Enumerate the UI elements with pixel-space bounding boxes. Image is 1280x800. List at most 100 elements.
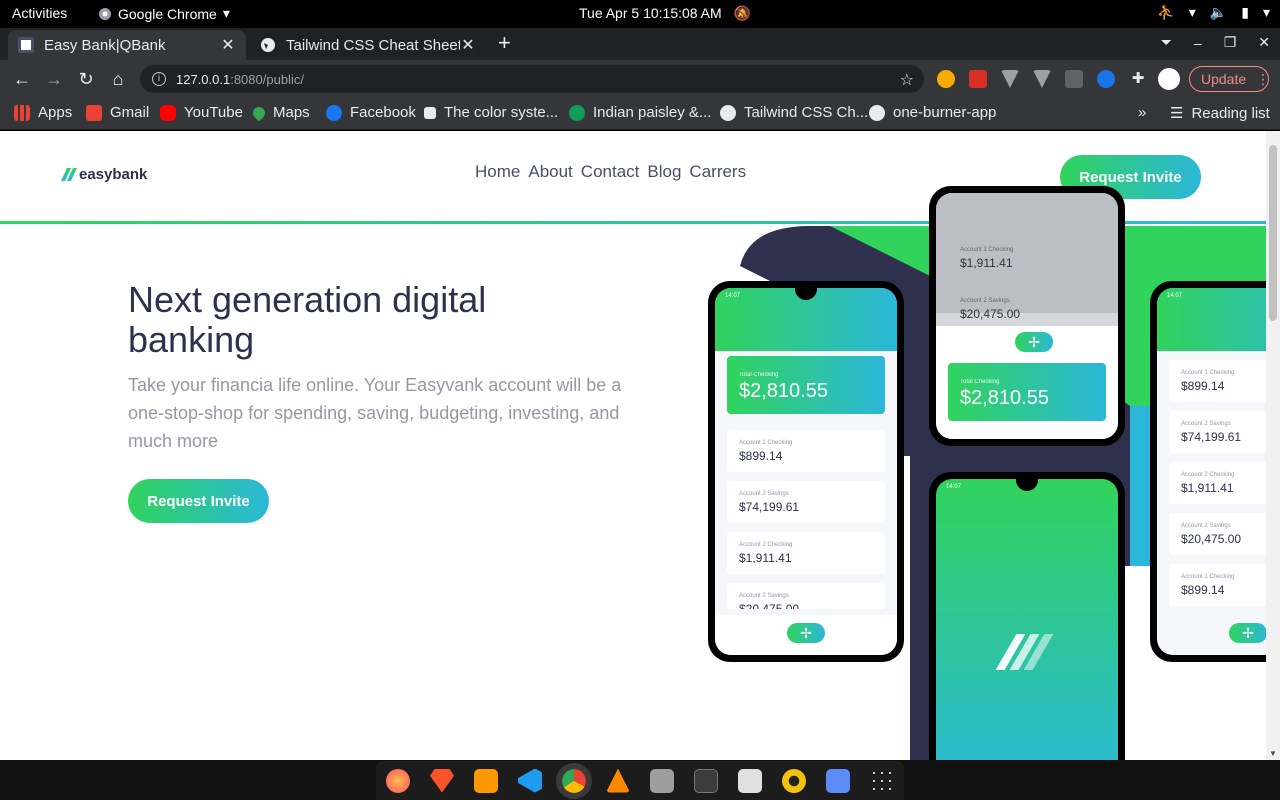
account-label: Account 2 Checking	[1181, 472, 1235, 478]
nav-link-contact[interactable]: Contact	[581, 162, 640, 182]
bookmark-one-burner[interactable]: one-burner-app	[869, 104, 996, 121]
vscode-icon[interactable]	[518, 768, 542, 793]
update-button[interactable]: Update ⋮	[1189, 66, 1270, 92]
youtube-icon	[160, 104, 176, 121]
close-tab-icon[interactable]: ✕	[220, 35, 236, 55]
account-card: Account 1 Checking $899.14	[1169, 360, 1266, 402]
bookmark-gmail[interactable]: Gmail	[86, 104, 149, 121]
facebook-icon	[326, 104, 342, 121]
nav-link-about[interactable]: About	[528, 162, 572, 182]
firefox-icon[interactable]	[386, 768, 410, 793]
phone-screen: 14:07 Account 1 Checking $899.14 Account…	[1157, 288, 1266, 655]
apps-grid-icon	[14, 104, 30, 121]
chrome-dock-icon[interactable]	[556, 762, 592, 799]
more-bookmarks-chevron-icon[interactable]: »	[1138, 104, 1146, 121]
tab-title: Easy Bank|QBank	[44, 36, 166, 54]
update-label: Update	[1201, 71, 1247, 87]
caret-down-icon: ▾	[222, 5, 230, 21]
close-tab-icon[interactable]: ✕	[460, 35, 476, 55]
maps-pin-icon	[250, 104, 268, 121]
site-logo[interactable]: easybank	[60, 166, 148, 183]
account-amount: $1,911.41	[960, 256, 1013, 270]
tab-title: Tailwind CSS Cheat Sheet	[286, 36, 460, 54]
restore-icon[interactable]: ❐	[1224, 34, 1237, 51]
bookmark-maps[interactable]: Maps	[250, 104, 310, 121]
tab-easybank[interactable]: Easy Bank|QBank ✕	[8, 30, 246, 60]
tab-tailwind[interactable]: Tailwind CSS Cheat Sheet ✕	[250, 30, 486, 60]
extension-icon[interactable]	[937, 70, 955, 88]
show-apps-grid-icon[interactable]	[870, 768, 894, 793]
logo-text: easybank	[79, 166, 148, 183]
account-amount: $74,199.61	[1181, 430, 1242, 444]
hero-title: Next generation digital banking	[128, 279, 487, 360]
account-label: Account 1 Checking	[1181, 574, 1235, 580]
minimize-icon[interactable]: ‒	[1194, 35, 1202, 51]
battery-icon[interactable]: ▮	[1241, 4, 1249, 21]
new-tab-button[interactable]: +	[498, 30, 511, 56]
hero-request-invite-button[interactable]: Request Invite	[128, 479, 269, 523]
vlc-icon[interactable]	[606, 768, 630, 793]
add-pill-icon: ✢	[1015, 332, 1053, 352]
scrollbar-thumb[interactable]	[1269, 145, 1277, 321]
account-card: Account 2 Checking $1,911.41	[727, 532, 885, 574]
bookmark-apps[interactable]: Apps	[14, 104, 72, 121]
phone-time: 14:07	[946, 484, 962, 490]
account-card: Account 2 Savings $20,475.00	[727, 583, 885, 609]
forward-arrow-icon[interactable]: →	[44, 69, 64, 89]
total-label: Total Checking	[739, 372, 779, 378]
image-viewer-icon[interactable]	[650, 768, 674, 793]
nav-link-careers[interactable]: Carrers	[689, 162, 746, 182]
nav-link-blog[interactable]: Blog	[647, 162, 681, 182]
account-label: Account 2 Checking	[960, 247, 1014, 253]
vue-devtools-icon[interactable]	[1033, 70, 1051, 88]
close-window-icon[interactable]: ✕	[1258, 34, 1270, 51]
app-menu[interactable]: Google Chrome ▾	[98, 5, 230, 22]
bookmark-tailwind[interactable]: Tailwind CSS Ch...	[720, 104, 868, 121]
clock[interactable]: Tue Apr 5 10:15:08 AM 🔕	[579, 5, 751, 22]
compass-extension-icon[interactable]	[1097, 70, 1115, 88]
window-controls: ⏷ ‒ ❐ ✕	[1161, 34, 1270, 51]
tab-search-icon[interactable]: ⏷	[1161, 34, 1172, 51]
profile-avatar[interactable]	[1158, 68, 1180, 90]
brave-icon[interactable]	[430, 768, 454, 793]
nav-link-home[interactable]: Home	[475, 162, 520, 182]
bookmark-youtube[interactable]: YouTube	[160, 104, 243, 121]
extensions-puzzle-icon[interactable]: ✚	[1129, 70, 1147, 88]
rhythmbox-icon[interactable]	[782, 768, 806, 793]
reading-list-button[interactable]: ☰ Reading list	[1170, 104, 1270, 123]
bookmark-label: Apps	[38, 104, 73, 121]
phone-notch	[795, 288, 817, 300]
text-editor-icon[interactable]	[826, 768, 850, 793]
bookmark-label: Gmail	[110, 104, 150, 121]
account-label: Account 2 Savings	[739, 491, 789, 497]
address-bar[interactable]: i 127.0.0.1:8080/public/ ☆	[140, 65, 924, 93]
scroll-down-arrow-icon[interactable]: ▼	[1269, 749, 1277, 758]
bookmarks-bar: Apps Gmail YouTube Maps Facebook The col…	[0, 98, 1280, 130]
system-top-bar: Activities Google Chrome ▾ Tue Apr 5 10:…	[0, 0, 1280, 28]
activities-button[interactable]: Activities	[12, 5, 67, 21]
site-info-icon[interactable]: i	[152, 72, 166, 86]
system-tray[interactable]: ⛹ ▾ 🔈 ▮ ▾	[1157, 4, 1270, 21]
account-label: Account 2 Savings	[1181, 421, 1231, 427]
reload-icon[interactable]: ↻	[76, 69, 96, 89]
volume-icon[interactable]: 🔈	[1210, 4, 1227, 21]
bookmark-facebook[interactable]: Facebook	[326, 104, 416, 121]
sublime-text-icon[interactable]	[474, 768, 498, 793]
extension-icon[interactable]	[969, 70, 987, 88]
account-card: Account 2 Savings $74,199.61	[727, 481, 885, 523]
bookmark-star-icon[interactable]: ☆	[900, 70, 914, 90]
phone-screen: Account 2 Checking $1,911.41 Account 2 S…	[936, 193, 1118, 439]
back-arrow-icon[interactable]: ←	[12, 69, 32, 89]
bookmark-indian-paisley[interactable]: Indian paisley &...	[569, 104, 711, 121]
home-icon[interactable]: ⌂	[108, 69, 128, 89]
accessibility-icon[interactable]: ⛹	[1157, 4, 1174, 21]
caret-down-icon: ▾	[1188, 4, 1196, 20]
terminal-icon[interactable]	[694, 768, 718, 793]
extension-icon[interactable]	[1065, 70, 1083, 88]
page-scrollbar[interactable]: ▼	[1266, 131, 1280, 760]
vue-devtools-icon[interactable]	[1001, 70, 1019, 88]
bookmark-color-system[interactable]: The color syste...	[424, 104, 558, 121]
files-icon[interactable]	[738, 768, 762, 793]
account-label: Account 2 Savings	[1181, 523, 1231, 529]
paisley-site-icon	[569, 104, 585, 121]
